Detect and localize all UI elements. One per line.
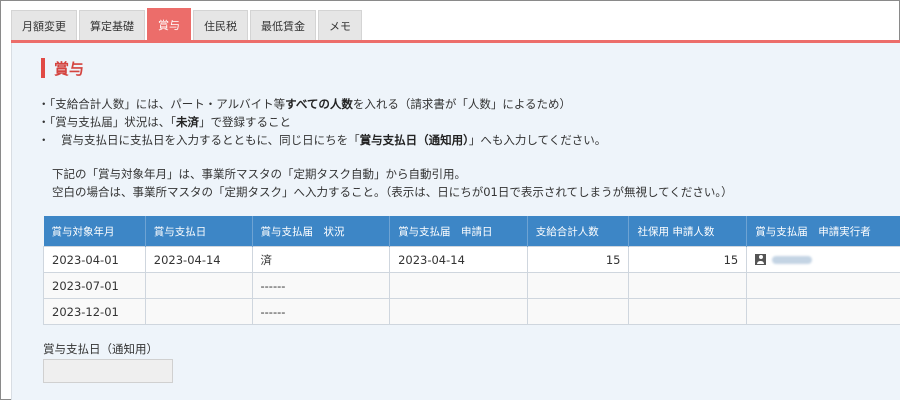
note-line: ・ 賞与支払日に支払日を入力するとともに、同じ日にちを「賞与支払日（通知用）」へ… — [38, 131, 606, 149]
instruction-notes: ・「支給合計人数」には、パート・アルバイト等すべての人数を入れる（請求書が「人数… — [38, 95, 606, 149]
table-cell — [526, 298, 630, 325]
note-line: ・「支給合計人数」には、パート・アルバイト等すべての人数を入れる（請求書が「人数… — [38, 95, 606, 113]
table-cell: ------ — [251, 298, 391, 325]
auto-reference-notes: 下記の「賞与対象年月」は、事業所マスタの「定期タスク自動」から自動引用。 空白の… — [52, 165, 733, 201]
table-cell — [628, 272, 748, 299]
note-text: 」は、事業所マスタの「定期タスク自動」から自動引用。 — [167, 167, 466, 181]
note-line: 下記の「賞与対象年月」は、事業所マスタの「定期タスク自動」から自動引用。 — [52, 165, 733, 183]
tab-minimum-wage[interactable]: 最低賃金 — [250, 10, 316, 40]
note-emphasis: 未済 — [176, 115, 199, 129]
user-icon — [755, 254, 767, 265]
window-frame: 月額変更 算定基礎 賞与 住民税 最低賃金 メモ 賞与 ・「支給合計人数」には、… — [0, 0, 900, 400]
bonus-panel: 賞与 ・「支給合計人数」には、パート・アルバイト等すべての人数を入れる（請求書が… — [11, 43, 900, 400]
table-cell: 2023-12-01 — [43, 298, 146, 325]
table-cell: 済 — [251, 246, 391, 273]
notification-payday-label: 賞与支払日（通知用） — [43, 342, 158, 356]
column-header[interactable]: 社保用 申請人数 — [628, 216, 748, 247]
tab-memo[interactable]: メモ — [318, 10, 362, 40]
table-row[interactable]: 2023-07-01 ------ — [43, 272, 900, 299]
table-cell — [144, 298, 253, 325]
table-cell — [526, 272, 630, 299]
table-cell: ------ — [251, 272, 391, 299]
bonus-table: 賞与対象年月 賞与支払日 賞与支払届 状況 賞与支払届 申請日 支給合計人数 社… — [43, 216, 900, 325]
column-header[interactable]: 賞与支払届 申請実行者 — [746, 216, 900, 247]
table-cell — [389, 298, 528, 325]
note-text: を入れる（請求書が「人数」によるため） — [352, 97, 572, 111]
column-header[interactable]: 賞与支払届 申請日 — [389, 216, 528, 247]
table-row[interactable]: 2023-12-01 ------ — [43, 298, 900, 325]
table-cell — [389, 272, 528, 299]
note-emphasis: すべての人数 — [285, 97, 353, 111]
note-line: ・「賞与支払届」状況は、「未済」で登録すること — [38, 113, 606, 131]
redacted-name — [772, 255, 813, 264]
tab-monthly-change[interactable]: 月額変更 — [11, 10, 77, 40]
table-row[interactable]: 2023-04-01 2023-04-14 済 2023-04-14 15 15 — [43, 246, 900, 273]
section-heading: 賞与 — [41, 57, 84, 79]
note-text: 空白の場合は、事業所マスタの「定期タスク」へ入力すること。（表示は、日にちが01… — [52, 185, 733, 199]
table-header-row: 賞与対象年月 賞与支払日 賞与支払届 状況 賞与支払届 申請日 支給合計人数 社… — [43, 216, 900, 247]
note-text: ・「支給合計人数」には、パート・アルバイト等 — [38, 97, 286, 111]
table-cell — [746, 246, 900, 273]
note-text: ・「賞与支払届」状況は、「 — [38, 115, 176, 129]
table-cell: 2023-04-01 — [43, 246, 146, 273]
notification-payday-input[interactable] — [43, 359, 173, 383]
table-cell: 2023-04-14 — [144, 246, 253, 273]
section-title: 賞与 — [54, 59, 85, 78]
note-text: 」へも入力してください。 — [468, 133, 607, 147]
column-header[interactable]: 賞与対象年月 — [43, 216, 146, 247]
column-header[interactable]: 支給合計人数 — [527, 216, 630, 247]
table-cell — [746, 272, 900, 299]
note-text: 」で登録すること — [199, 115, 291, 129]
note-emphasis: 賞与支払日（通知用） — [359, 133, 469, 147]
column-header[interactable]: 賞与支払日 — [145, 216, 253, 247]
table-cell: 15 — [628, 246, 748, 273]
note-text: ・ 賞与支払日に支払日を入力するとともに、同じ日にちを「 — [38, 133, 360, 147]
note-text: 下記の「 — [52, 167, 98, 181]
table-cell: 2023-04-14 — [389, 246, 528, 273]
tab-resident-tax[interactable]: 住民税 — [193, 10, 248, 40]
note-line: 空白の場合は、事業所マスタの「定期タスク」へ入力すること。（表示は、日にちが01… — [52, 183, 733, 201]
tab-calculation-base[interactable]: 算定基礎 — [79, 10, 145, 40]
applicant-cell — [755, 254, 892, 265]
note-emphasis: 賞与対象年月 — [98, 167, 167, 181]
table-cell — [628, 298, 748, 325]
tab-bar: 月額変更 算定基礎 賞与 住民税 最低賃金 メモ — [11, 8, 362, 40]
column-header[interactable]: 賞与支払届 状況 — [252, 216, 391, 247]
heading-accent-bar — [41, 58, 45, 78]
table-cell: 15 — [526, 246, 630, 273]
table-cell — [144, 272, 253, 299]
table-cell: 2023-07-01 — [43, 272, 146, 299]
table-cell — [746, 298, 900, 325]
tab-bonus[interactable]: 賞与 — [147, 8, 191, 40]
